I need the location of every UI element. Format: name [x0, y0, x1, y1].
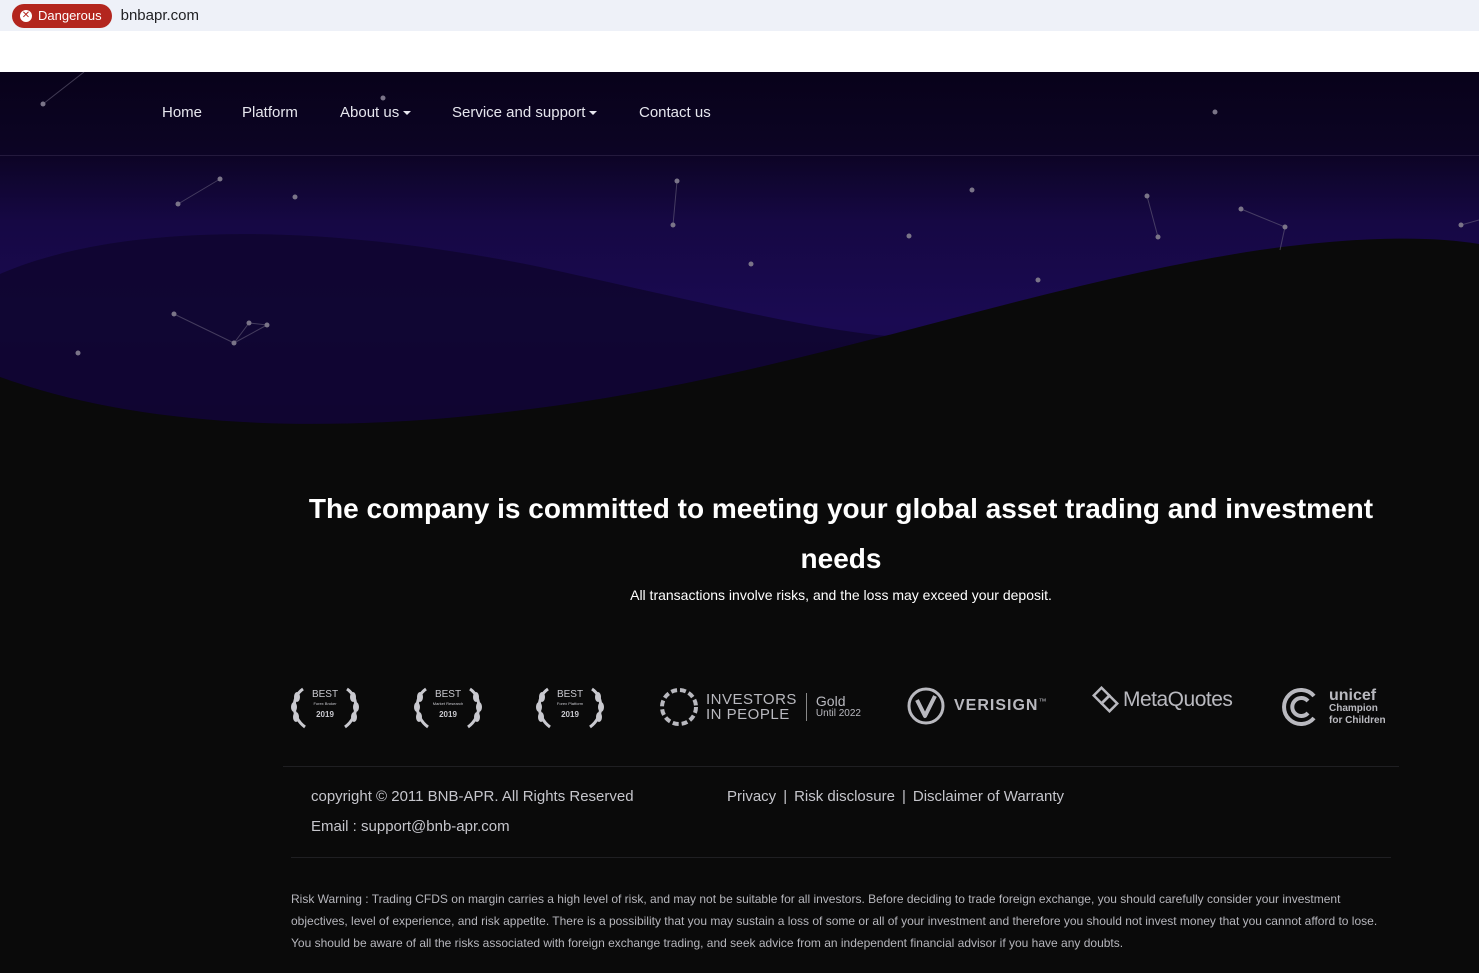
unicef-name: unicef — [1329, 686, 1377, 704]
award-best-forex-broker: BEST Forex Broker 2019 — [289, 683, 361, 731]
link-separator: | — [901, 788, 906, 805]
award-title: BEST — [556, 689, 584, 700]
verisign-name: VERISIGN — [954, 697, 1039, 714]
nav-contact-us[interactable]: Contact us — [639, 104, 711, 121]
main-nav: Home Platform About us Service and suppo… — [0, 72, 1479, 156]
award-sub: Forex Broker — [313, 701, 337, 706]
support-email[interactable]: Email : support@bnb-apr.com — [311, 818, 510, 835]
award-year: 2019 — [439, 710, 457, 719]
nav-service-label: Service and support — [452, 104, 586, 121]
browser-address-bar: ✕ Dangerous bnbapr.com — [0, 0, 1479, 31]
metaquotes-logo: MetaQuotes — [1092, 686, 1233, 713]
verisign-check-icon — [907, 687, 945, 725]
iip-separator — [805, 693, 807, 721]
unicef-line1: Champion — [1329, 702, 1378, 714]
award-sub: Forex Platform — [556, 701, 584, 706]
browser-content-top-strip — [0, 31, 1479, 72]
partner-logos: BEST Forex Broker 2019 BEST Market Resea… — [0, 672, 1479, 752]
investors-in-people-logo: INVESTORS IN PEOPLE Gold Until 2022 — [658, 686, 861, 728]
risk-warning: Risk Warning : Trading CFDS on margin ca… — [291, 892, 1378, 950]
footer-divider-top — [283, 766, 1399, 767]
link-separator: | — [783, 788, 788, 805]
close-circle-icon: ✕ — [20, 9, 32, 22]
nav-about-us-label: About us — [340, 104, 400, 121]
iip-gold: Gold — [815, 693, 846, 709]
hero-subline: All transactions involve risks, and the … — [630, 587, 1052, 603]
nav-service-and-support[interactable]: Service and support — [452, 104, 598, 121]
award-sub: Market Research — [432, 701, 464, 706]
unicef-line2: for Children — [1329, 714, 1386, 726]
iip-until: Until 2022 — [815, 708, 861, 719]
disclaimer-link[interactable]: Disclaimer of Warranty — [913, 788, 1064, 805]
unicef-champion-logo: unicef Champion for Children — [1280, 686, 1386, 728]
award-title: BEST — [311, 689, 339, 700]
award-title: BEST — [434, 689, 462, 700]
award-best-forex-platform: BEST Forex Platform 2019 — [534, 683, 606, 731]
nav-platform[interactable]: Platform — [242, 104, 298, 121]
metaquotes-name: MetaQuotes — [1123, 687, 1233, 711]
privacy-link[interactable]: Privacy — [727, 788, 776, 805]
wreath-ring-icon — [660, 688, 698, 726]
hero-section: Home Platform About us Service and suppo… — [0, 72, 1479, 973]
verisign-logo: VERISIGN ™ — [906, 686, 1046, 726]
caret-down-icon — [589, 111, 598, 116]
award-year: 2019 — [561, 710, 579, 719]
dangerous-label: Dangerous — [38, 8, 102, 23]
nav-home[interactable]: Home — [162, 104, 202, 121]
metaquotes-icon — [1092, 686, 1119, 713]
copyright-text: copyright © 2011 BNB-APR. All Rights Res… — [311, 788, 634, 805]
caret-down-icon — [403, 111, 412, 116]
award-best-market-research: BEST Market Research 2019 — [412, 683, 484, 731]
risk-disclosure-link[interactable]: Risk disclosure — [794, 788, 895, 805]
url-text[interactable]: bnbapr.com — [121, 7, 199, 24]
iip-line1: INVESTORS — [706, 691, 797, 708]
nav-about-us[interactable]: About us — [340, 104, 412, 121]
verisign-trademark: ™ — [1038, 696, 1047, 706]
dangerous-site-badge[interactable]: ✕ Dangerous — [12, 3, 112, 28]
award-year: 2019 — [316, 710, 334, 719]
hero-headline: The company is committed to meeting your… — [308, 493, 1374, 574]
footer-links: Privacy | Risk disclosure | Disclaimer of Wa… — [727, 788, 1064, 805]
unicef-ring-icon — [1282, 688, 1316, 726]
iip-line2: IN PEOPLE — [706, 706, 790, 723]
footer-divider-bottom — [291, 857, 1391, 858]
